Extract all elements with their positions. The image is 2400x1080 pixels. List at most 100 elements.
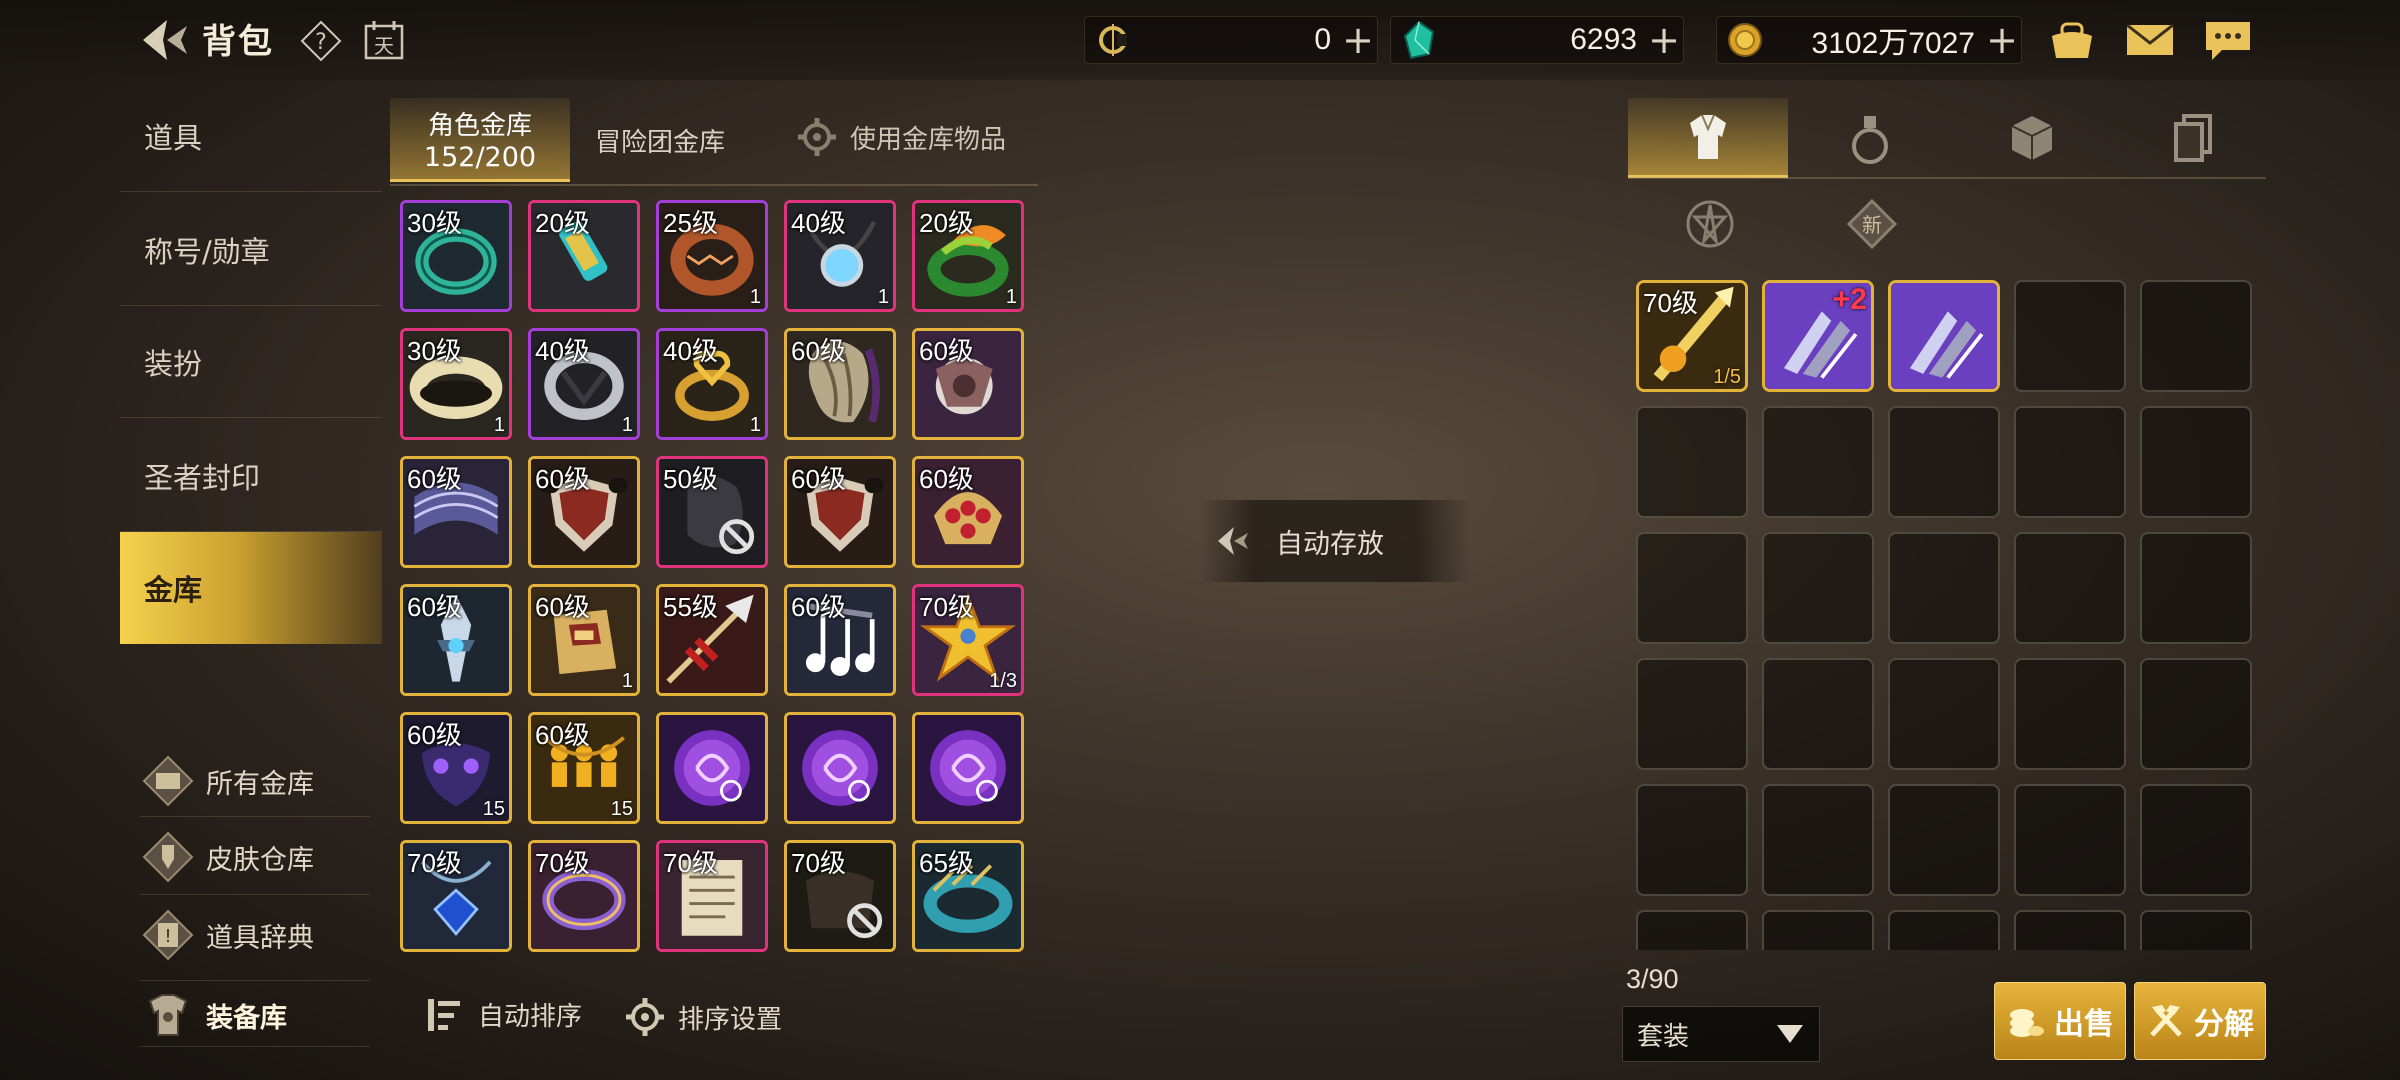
new-label: 新 [1862, 213, 1882, 237]
vault-item-slot[interactable]: 70级 [528, 840, 640, 952]
back-button[interactable] [130, 12, 200, 68]
vault-item-slot[interactable] [912, 712, 1024, 824]
sub-item-all-vaults[interactable]: 所有金库 [140, 750, 370, 812]
item-count: 1 [749, 414, 761, 436]
vault-item-slot[interactable]: 60级 [784, 328, 896, 440]
vault-item-slot[interactable] [656, 712, 768, 824]
chat-icon[interactable] [2200, 14, 2256, 66]
filter-pentagram[interactable] [1680, 194, 1740, 254]
vault-item-slot[interactable]: 40级 1 [784, 200, 896, 312]
vault-item-slot[interactable]: 65级 [912, 840, 1024, 952]
mail-icon[interactable] [2122, 14, 2178, 66]
tab-cards[interactable] [2114, 98, 2274, 178]
vault-item-slot[interactable]: 60级 [912, 328, 1024, 440]
armory-empty-slot[interactable] [1762, 784, 1874, 896]
nav-item-items[interactable]: 道具 [120, 80, 382, 192]
vault-item-slot[interactable]: 60级 [784, 456, 896, 568]
armory-empty-slot[interactable] [2140, 532, 2252, 644]
vault-item-slot[interactable] [784, 712, 896, 824]
nav-item-vault[interactable]: 金库 [120, 532, 382, 644]
item-level: 60级 [407, 720, 462, 750]
armory-empty-slot[interactable] [1762, 532, 1874, 644]
help-icon[interactable]: ? [300, 20, 342, 62]
vault-item-slot[interactable]: 30级 1 [400, 328, 512, 440]
nav-item-costume[interactable]: 装扮 [120, 306, 382, 418]
tab-materials[interactable] [1952, 98, 2112, 178]
armory-item-slot[interactable]: 70级 1/5 [1636, 280, 1748, 392]
gold-coin-add-button[interactable]: + [1983, 18, 2021, 62]
nav-item-holy-seal[interactable]: 圣者封印 [120, 420, 382, 532]
vault-item-slot[interactable]: 60级 1 [528, 584, 640, 696]
armory-empty-slot[interactable] [1888, 910, 2000, 950]
vault-item-slot[interactable]: 55级 [656, 584, 768, 696]
sub-item-skin-storage[interactable]: 皮肤仓库 [140, 826, 370, 888]
armory-empty-slot[interactable] [2140, 910, 2252, 950]
item-level: 60级 [535, 464, 590, 494]
vault-item-slot[interactable]: 60级 [784, 584, 896, 696]
shop-bag-icon[interactable] [2044, 14, 2100, 66]
use-vault-items-button[interactable]: 使用金库物品 [796, 116, 1006, 158]
vault-item-slot[interactable]: 40级 1 [528, 328, 640, 440]
vault-item-slot[interactable]: 60级 [400, 584, 512, 696]
armory-empty-slot[interactable] [1888, 532, 2000, 644]
tab-guild-vault[interactable]: 冒险团金库 [580, 98, 740, 182]
armory-empty-slot[interactable] [1636, 532, 1748, 644]
vault-item-slot[interactable]: 60级 [400, 456, 512, 568]
armory-empty-slot[interactable] [2014, 658, 2126, 770]
armory-empty-slot[interactable] [2014, 784, 2126, 896]
dismantle-button[interactable]: 分解 [2134, 982, 2266, 1060]
vault-item-slot[interactable]: 70级 [656, 840, 768, 952]
armory-empty-slot[interactable] [2140, 280, 2252, 392]
armory-empty-slot[interactable] [2140, 406, 2252, 518]
tab-armor[interactable] [1628, 98, 1788, 178]
auto-sort-button[interactable]: 自动排序 [426, 996, 582, 1033]
item-count: 1 [621, 414, 633, 436]
sort-settings-button[interactable]: 排序设置 [624, 996, 782, 1038]
auto-store-button[interactable]: 自动存放 [1200, 500, 1470, 582]
armory-empty-slot[interactable] [1636, 910, 1748, 950]
armory-empty-slot[interactable] [1636, 658, 1748, 770]
set-filter-dropdown[interactable]: 套装 [1622, 1006, 1820, 1062]
armory-empty-slot[interactable] [1762, 406, 1874, 518]
green-gem-add-button[interactable]: + [1645, 18, 1683, 62]
armory-empty-slot[interactable] [2014, 406, 2126, 518]
vault-item-slot[interactable]: 50级 [656, 456, 768, 568]
armory-empty-slot[interactable] [1888, 784, 2000, 896]
c-coin-add-button[interactable]: + [1339, 18, 1377, 62]
sub-item-armory[interactable]: 装备库 [140, 984, 370, 1046]
vault-item-slot[interactable]: 60级 [528, 456, 640, 568]
armory-item-slot[interactable] [1888, 280, 2000, 392]
armory-empty-slot[interactable] [2140, 784, 2252, 896]
armory-empty-slot[interactable] [2014, 532, 2126, 644]
vault-item-slot[interactable]: 60级 [912, 456, 1024, 568]
c-coin-value: 0 [1314, 23, 1331, 56]
vault-item-slot[interactable]: 40级 1 [656, 328, 768, 440]
armory-item-slot[interactable]: +2 [1762, 280, 1874, 392]
armory-empty-slot[interactable] [1888, 658, 2000, 770]
armory-empty-slot[interactable] [2140, 658, 2252, 770]
armory-empty-slot[interactable] [1636, 406, 1748, 518]
vault-item-slot[interactable]: 20级 [528, 200, 640, 312]
filter-new[interactable]: 新 [1842, 194, 1902, 254]
armory-empty-slot[interactable] [2014, 280, 2126, 392]
tab-consumables[interactable] [1790, 98, 1950, 178]
item-level: 65级 [919, 848, 974, 878]
armory-empty-slot[interactable] [1636, 784, 1748, 896]
vault-item-slot[interactable]: 60级 15 [528, 712, 640, 824]
armory-empty-slot[interactable] [1888, 406, 2000, 518]
calendar-icon[interactable]: 天 [362, 18, 406, 62]
tab-character-vault[interactable]: 角色金库 152/200 [390, 98, 570, 182]
vault-item-slot[interactable]: 70级 [400, 840, 512, 952]
vault-item-slot[interactable]: 30级 [400, 200, 512, 312]
armory-empty-slot[interactable] [2014, 910, 2126, 950]
vault-item-slot[interactable]: 60级 15 [400, 712, 512, 824]
vault-item-slot[interactable]: 25级 1 [656, 200, 768, 312]
sub-item-item-dictionary[interactable]: ! 道具辞典 [140, 904, 370, 966]
armory-empty-slot[interactable] [1762, 910, 1874, 950]
vault-item-slot[interactable]: 70级 [784, 840, 896, 952]
vault-item-slot[interactable]: 70级 1/3 [912, 584, 1024, 696]
nav-item-titles-medals[interactable]: 称号/勋章 [120, 194, 382, 306]
sell-button[interactable]: 出售 [1994, 982, 2126, 1060]
armory-empty-slot[interactable] [1762, 658, 1874, 770]
vault-item-slot[interactable]: 20级 1 [912, 200, 1024, 312]
